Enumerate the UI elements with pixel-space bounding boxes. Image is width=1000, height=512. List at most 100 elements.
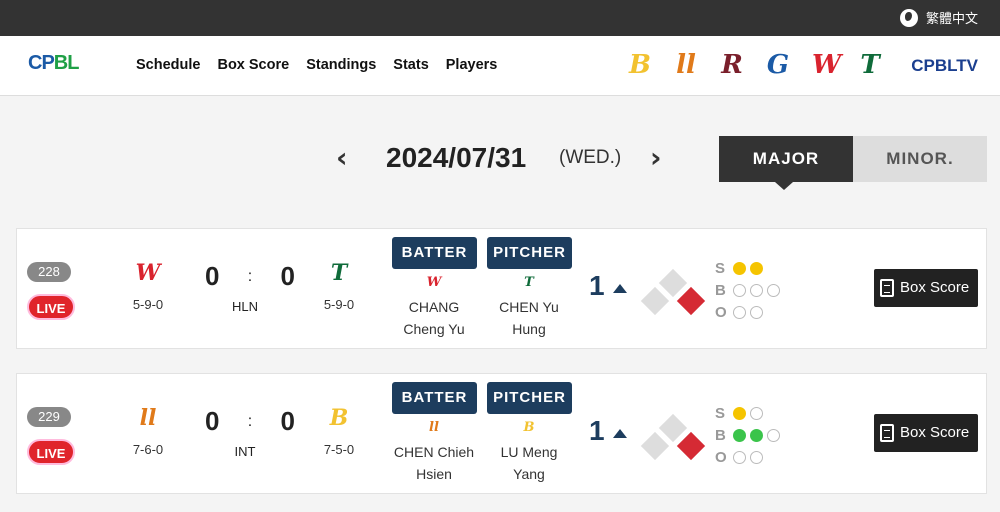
out-row: O bbox=[715, 301, 784, 323]
strike-dot bbox=[750, 261, 763, 275]
guardians-logo-icon[interactable]: G bbox=[766, 50, 790, 80]
first-base bbox=[676, 431, 706, 461]
box-score-label: Box Score bbox=[900, 424, 970, 441]
current-date: 2024/07/31 bbox=[386, 142, 527, 173]
batter-name[interactable]: CHANG Cheng Yu bbox=[384, 296, 484, 340]
away-score: 0 bbox=[205, 406, 220, 436]
away-team-record: 7-6-0 bbox=[132, 442, 164, 457]
box-score-button[interactable]: Box Score bbox=[874, 414, 978, 452]
strike-label: S bbox=[715, 259, 726, 277]
pitcher-name[interactable]: LU Meng Yang bbox=[479, 441, 579, 485]
globe-icon bbox=[899, 8, 918, 27]
ball-dot bbox=[750, 283, 763, 297]
home-score: 0 bbox=[280, 261, 295, 291]
tab-major[interactable]: MAJOR bbox=[719, 136, 853, 190]
prev-date-button[interactable]: ‹ bbox=[336, 138, 348, 178]
out-dot bbox=[750, 305, 763, 319]
nav-standings[interactable]: Standings bbox=[306, 57, 376, 73]
dragons-logo-icon[interactable]: W bbox=[812, 50, 841, 80]
ball-dot bbox=[750, 428, 763, 442]
live-badge[interactable]: LIVE bbox=[27, 439, 75, 465]
batter-team-logo-icon: W bbox=[426, 275, 442, 290]
third-base bbox=[640, 286, 670, 316]
count-indicator: S B O bbox=[715, 257, 784, 323]
box-score-button[interactable]: Box Score bbox=[874, 269, 978, 307]
pitcher-label: PITCHER bbox=[487, 237, 572, 269]
main-nav: Schedule Box Score Standings Stats Playe… bbox=[136, 57, 497, 73]
inning-number: 1 bbox=[589, 415, 605, 446]
top-inning-arrow-icon bbox=[613, 284, 627, 293]
ball-dot bbox=[733, 428, 746, 442]
first-base bbox=[676, 286, 706, 316]
home-team[interactable]: B 7-5-0 bbox=[309, 404, 369, 457]
game-card[interactable]: 229 LIVE ll 7-6-0 0 : 0 INT B 7-5-0 BATT… bbox=[16, 373, 987, 494]
out-label: O bbox=[715, 303, 727, 321]
out-label: O bbox=[715, 448, 727, 466]
ball-row: B bbox=[715, 424, 784, 446]
batter-name[interactable]: CHEN Chieh Hsien bbox=[384, 441, 484, 485]
away-score: 0 bbox=[205, 261, 220, 291]
batter-team-logo-icon: ll bbox=[429, 420, 439, 435]
strike-dot bbox=[733, 406, 746, 420]
away-team-logo-icon: ll bbox=[139, 405, 157, 431]
league-tabs: MAJOR MINOR. bbox=[719, 136, 987, 190]
second-base bbox=[658, 413, 688, 443]
cpbl-logo[interactable]: CPBL bbox=[28, 52, 79, 75]
home-score: 0 bbox=[280, 406, 295, 436]
count-indicator: S B O bbox=[715, 402, 784, 468]
out-dot bbox=[733, 305, 746, 319]
away-team[interactable]: W 5-9-0 bbox=[118, 259, 178, 312]
site-header: CPBL Schedule Box Score Standings Stats … bbox=[0, 36, 1000, 96]
game-number-badge: 229 bbox=[27, 407, 71, 427]
score-separator: : bbox=[247, 267, 253, 285]
game-card[interactable]: 228 LIVE W 5-9-0 0 : 0 HLN T 5-9-0 BATTE… bbox=[16, 228, 987, 349]
next-date-button[interactable]: › bbox=[650, 138, 662, 178]
home-team-logo-icon: T bbox=[330, 260, 348, 286]
nav-schedule[interactable]: Schedule bbox=[136, 57, 200, 73]
batter-label: BATTER bbox=[392, 237, 477, 269]
nav-players[interactable]: Players bbox=[446, 57, 498, 73]
live-badge[interactable]: LIVE bbox=[27, 294, 75, 320]
away-team-record: 5-9-0 bbox=[132, 297, 164, 312]
scoreboard: 0 : 0 bbox=[205, 406, 295, 437]
nav-stats[interactable]: Stats bbox=[393, 57, 428, 73]
language-switch[interactable]: 繁體中文 bbox=[899, 8, 978, 27]
ball-row: B bbox=[715, 279, 784, 301]
ball-dot bbox=[767, 428, 780, 442]
base-diamond bbox=[640, 268, 706, 317]
document-icon bbox=[880, 424, 894, 442]
base-diamond bbox=[640, 413, 706, 462]
out-dot bbox=[733, 450, 746, 464]
home-team[interactable]: T 5-9-0 bbox=[309, 259, 369, 312]
home-team-record: 5-9-0 bbox=[323, 297, 355, 312]
second-base bbox=[658, 268, 688, 298]
strike-dot bbox=[733, 261, 746, 275]
strike-row: S bbox=[715, 257, 784, 279]
brothers-logo-icon[interactable]: B bbox=[628, 50, 652, 80]
batter-label: BATTER bbox=[392, 382, 477, 414]
inning-number: 1 bbox=[589, 270, 605, 301]
out-row: O bbox=[715, 446, 784, 468]
monkeys-logo-icon[interactable]: R bbox=[720, 50, 744, 80]
pitcher-team-logo-icon: T bbox=[524, 275, 534, 290]
game-number-badge: 228 bbox=[27, 262, 71, 282]
ball-dot bbox=[767, 283, 780, 297]
ball-label: B bbox=[715, 281, 726, 299]
hawks-logo-icon[interactable]: T bbox=[858, 50, 882, 80]
pitcher-name[interactable]: CHEN Yu Hung bbox=[479, 296, 579, 340]
away-team[interactable]: ll 7-6-0 bbox=[118, 404, 178, 457]
language-label: 繁體中文 bbox=[925, 12, 978, 27]
top-bar: 繁體中文 bbox=[0, 0, 1000, 36]
tab-minor[interactable]: MINOR. bbox=[853, 136, 987, 182]
strike-label: S bbox=[715, 404, 726, 422]
lions-logo-icon[interactable]: ll bbox=[674, 50, 698, 80]
out-dot bbox=[750, 450, 763, 464]
pitcher-label: PITCHER bbox=[487, 382, 572, 414]
home-team-record: 7-5-0 bbox=[323, 442, 355, 457]
pitcher-team-logo-icon: B bbox=[523, 420, 535, 435]
strike-dot bbox=[750, 406, 763, 420]
cpbltv-link[interactable]: CPBLTV bbox=[911, 56, 978, 76]
nav-box-score[interactable]: Box Score bbox=[217, 57, 289, 73]
document-icon bbox=[880, 279, 894, 297]
third-base bbox=[640, 431, 670, 461]
